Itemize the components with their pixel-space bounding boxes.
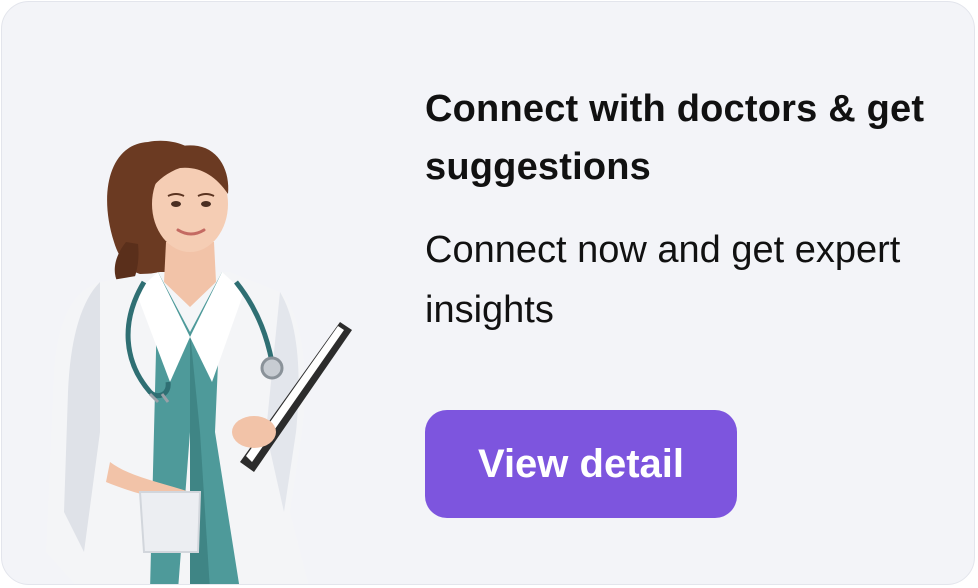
card-title: Connect with doctors & get suggestions xyxy=(425,88,925,188)
view-detail-button[interactable]: View detail xyxy=(425,410,737,518)
card-subtitle: Connect now and get expert insights xyxy=(425,229,901,331)
promo-card: Connect with doctors & get suggestions C… xyxy=(1,1,975,585)
doctor-illustration xyxy=(46,140,352,584)
